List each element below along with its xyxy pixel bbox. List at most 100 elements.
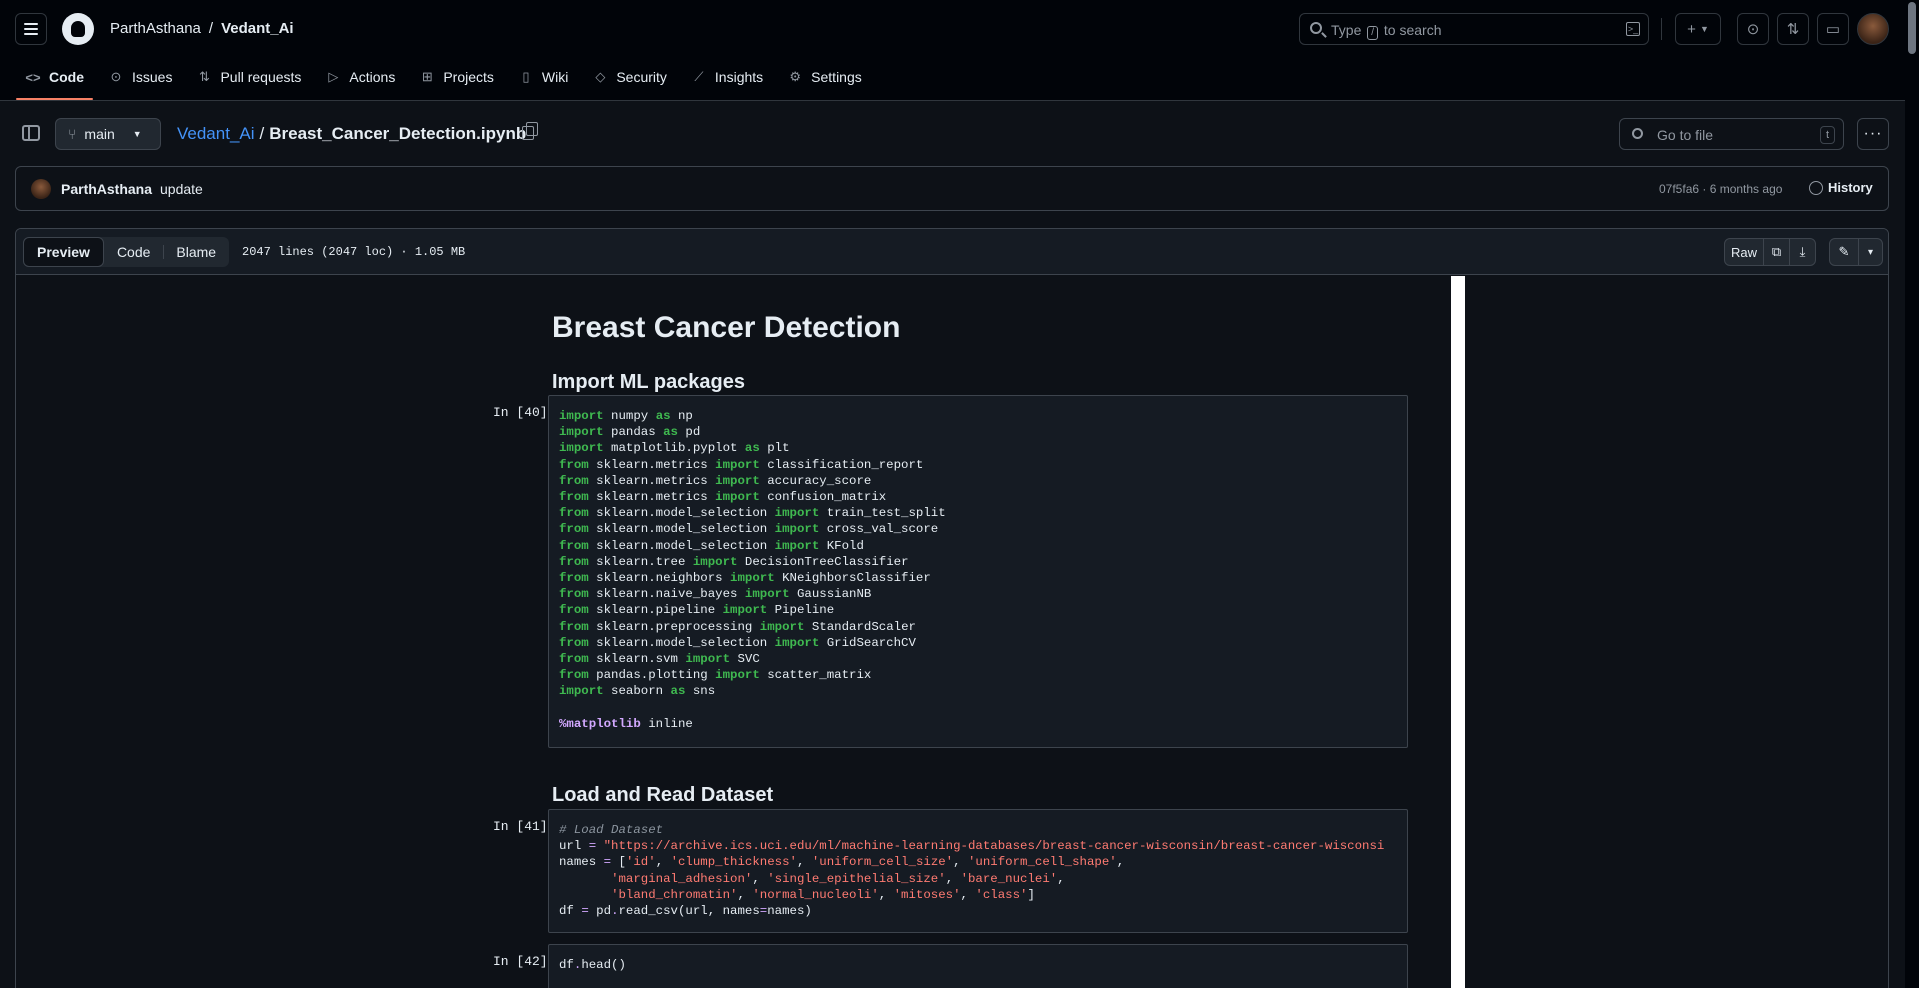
tab-preview[interactable]: Preview (23, 237, 104, 267)
commit-meta[interactable]: 07f5fa6 · 6 months ago (1659, 182, 1782, 196)
tab-insights[interactable]: ⟋ Insights (682, 62, 772, 92)
inbox-icon: ▭ (1825, 21, 1841, 38)
tab-blame[interactable]: Blame (163, 237, 229, 267)
code-icon: <> (25, 69, 41, 85)
page-scrollbar[interactable] (1905, 0, 1919, 988)
go-to-file-input[interactable]: Go to file t (1619, 118, 1844, 150)
tab-label: Issues (132, 69, 173, 85)
history-icon (1809, 180, 1823, 195)
table-icon: ⊞ (421, 69, 433, 84)
cell-prompt: In [41]: (493, 819, 556, 834)
tab-projects[interactable]: ⊞ Projects (410, 62, 503, 92)
book-icon: ▯ (522, 69, 530, 84)
search-icon (1310, 22, 1322, 34)
path-separator: / (259, 124, 265, 143)
tab-label: Pull requests (220, 69, 302, 85)
issues-button[interactable]: ⊙ (1737, 13, 1769, 45)
tab-label: Code (49, 69, 84, 85)
issue-icon: ⊙ (1746, 21, 1760, 38)
section-heading: Import ML packages (552, 371, 746, 393)
chevron-down-icon: ▼ (132, 129, 142, 139)
shortcut-key: t (1819, 126, 1835, 144)
tab-label: Settings (811, 69, 862, 85)
commit-author-avatar[interactable] (31, 179, 51, 199)
copy-icon[interactable]: ⧉ (1763, 239, 1789, 265)
more-options-button[interactable]: ··· (1857, 118, 1889, 150)
tab-settings[interactable]: ⚙ Settings (778, 62, 871, 92)
inbox-button[interactable]: ▭ (1817, 13, 1849, 45)
create-new-button[interactable]: + ▼ (1675, 13, 1721, 45)
code-block: # Load Dataset url = "https://archive.ic… (559, 823, 1385, 919)
tab-pull-requests[interactable]: ⇅ Pull requests (187, 62, 310, 92)
tab-label: Projects (443, 69, 494, 85)
notebook-scrollbar[interactable] (1451, 276, 1465, 988)
file-name: Breast_Cancer_Detection.ipynb (269, 124, 527, 143)
code-cell[interactable]: import numpy as np import pandas as pd i… (548, 395, 1408, 748)
tab-label: Insights (714, 69, 764, 85)
graph-icon: ⟋ (694, 69, 704, 84)
history-label: History (1828, 180, 1873, 195)
notebook-content: Breast Cancer Detection Import ML packag… (441, 276, 1465, 988)
github-logo-icon[interactable] (62, 13, 94, 45)
tab-label: Actions (349, 69, 396, 85)
file-view: Preview Code Blame 2047 lines (2047 loc)… (15, 228, 1889, 988)
file-toolbar: Preview Code Blame 2047 lines (2047 loc)… (16, 229, 1888, 275)
notebook-frame: Breast Cancer Detection Import ML packag… (441, 276, 1465, 988)
tab-label: Wiki (541, 69, 569, 85)
latest-commit: ParthAsthana update 07f5fa6 · 6 months a… (15, 166, 1889, 211)
repo-breadcrumb: ParthAsthana / Vedant_Ai (110, 20, 294, 37)
search-placeholder: Type / to search (1331, 22, 1442, 40)
notebook-title: Breast Cancer Detection (552, 311, 901, 344)
gear-icon: ⚙ (789, 69, 801, 84)
pull-requests-button[interactable]: ⇅ (1777, 13, 1809, 45)
tab-issues[interactable]: ⊙ Issues (99, 62, 181, 92)
scrollbar-thumb[interactable] (1908, 2, 1916, 54)
code-block: df.head() (559, 958, 626, 972)
view-mode-switch: Preview Code Blame (23, 237, 230, 267)
history-button[interactable]: History (1809, 180, 1873, 195)
issue-icon: ⊙ (110, 69, 122, 84)
header-divider (1661, 18, 1662, 40)
menu-icon[interactable] (15, 13, 47, 45)
kebab-icon: ··· (1863, 125, 1883, 142)
play-icon: ▷ (328, 69, 339, 84)
branch-selector[interactable]: ⑂ main ▼ (55, 118, 161, 150)
chevron-down-icon[interactable]: ▾ (1858, 239, 1882, 265)
pull-request-icon: ⇅ (199, 69, 210, 84)
section-heading: Load and Read Dataset (552, 784, 774, 806)
raw-actions: Raw ⧉ ⤓ (1724, 238, 1816, 266)
file-info: 2047 lines (2047 loc) · 1.05 MB (242, 245, 466, 259)
tab-code[interactable]: <> Code (16, 62, 93, 100)
search-icon (1632, 128, 1643, 139)
global-search-input[interactable]: Type / to search >_ (1299, 13, 1649, 45)
avatar[interactable] (1857, 13, 1889, 45)
owner-link[interactable]: ParthAsthana (110, 20, 201, 37)
raw-button[interactable]: Raw (1725, 239, 1763, 265)
repo-nav: <> Code ⊙ Issues ⇅ Pull requests ▷ Actions ⊞… (16, 62, 877, 100)
global-header: ParthAsthana / Vedant_Ai Type / to searc… (0, 0, 1905, 101)
pencil-icon[interactable]: ✎ (1830, 239, 1858, 265)
repo-link[interactable]: Vedant_Ai (221, 20, 294, 37)
sidebar-toggle-icon[interactable] (22, 125, 40, 141)
pull-request-icon: ⇅ (1786, 21, 1800, 38)
cell-prompt: In [40]: (493, 405, 556, 420)
branch-name: main (84, 126, 115, 142)
commit-message[interactable]: update (160, 181, 203, 197)
tab-security[interactable]: ◇ Security (583, 62, 676, 92)
repo-root-link[interactable]: Vedant_Ai (177, 124, 255, 144)
commit-author[interactable]: ParthAsthana (61, 181, 152, 197)
tab-code-view[interactable]: Code (104, 237, 163, 267)
go-to-file-placeholder: Go to file (1657, 127, 1714, 143)
code-cell[interactable]: df.head() (548, 944, 1408, 988)
code-cell[interactable]: # Load Dataset url = "https://archive.ic… (548, 809, 1408, 933)
command-palette-icon[interactable]: >_ (1626, 22, 1640, 36)
breadcrumb-separator: / (208, 20, 214, 37)
download-icon[interactable]: ⤓ (1789, 239, 1815, 265)
shield-icon: ◇ (595, 69, 606, 84)
search-shortcut-key: / (1367, 26, 1379, 40)
search-suffix: to search (1383, 22, 1442, 38)
tab-actions[interactable]: ▷ Actions (316, 62, 404, 92)
copy-path-icon[interactable] (522, 122, 538, 140)
tab-wiki[interactable]: ▯ Wiki (509, 62, 577, 92)
plus-icon: + (1687, 20, 1696, 38)
